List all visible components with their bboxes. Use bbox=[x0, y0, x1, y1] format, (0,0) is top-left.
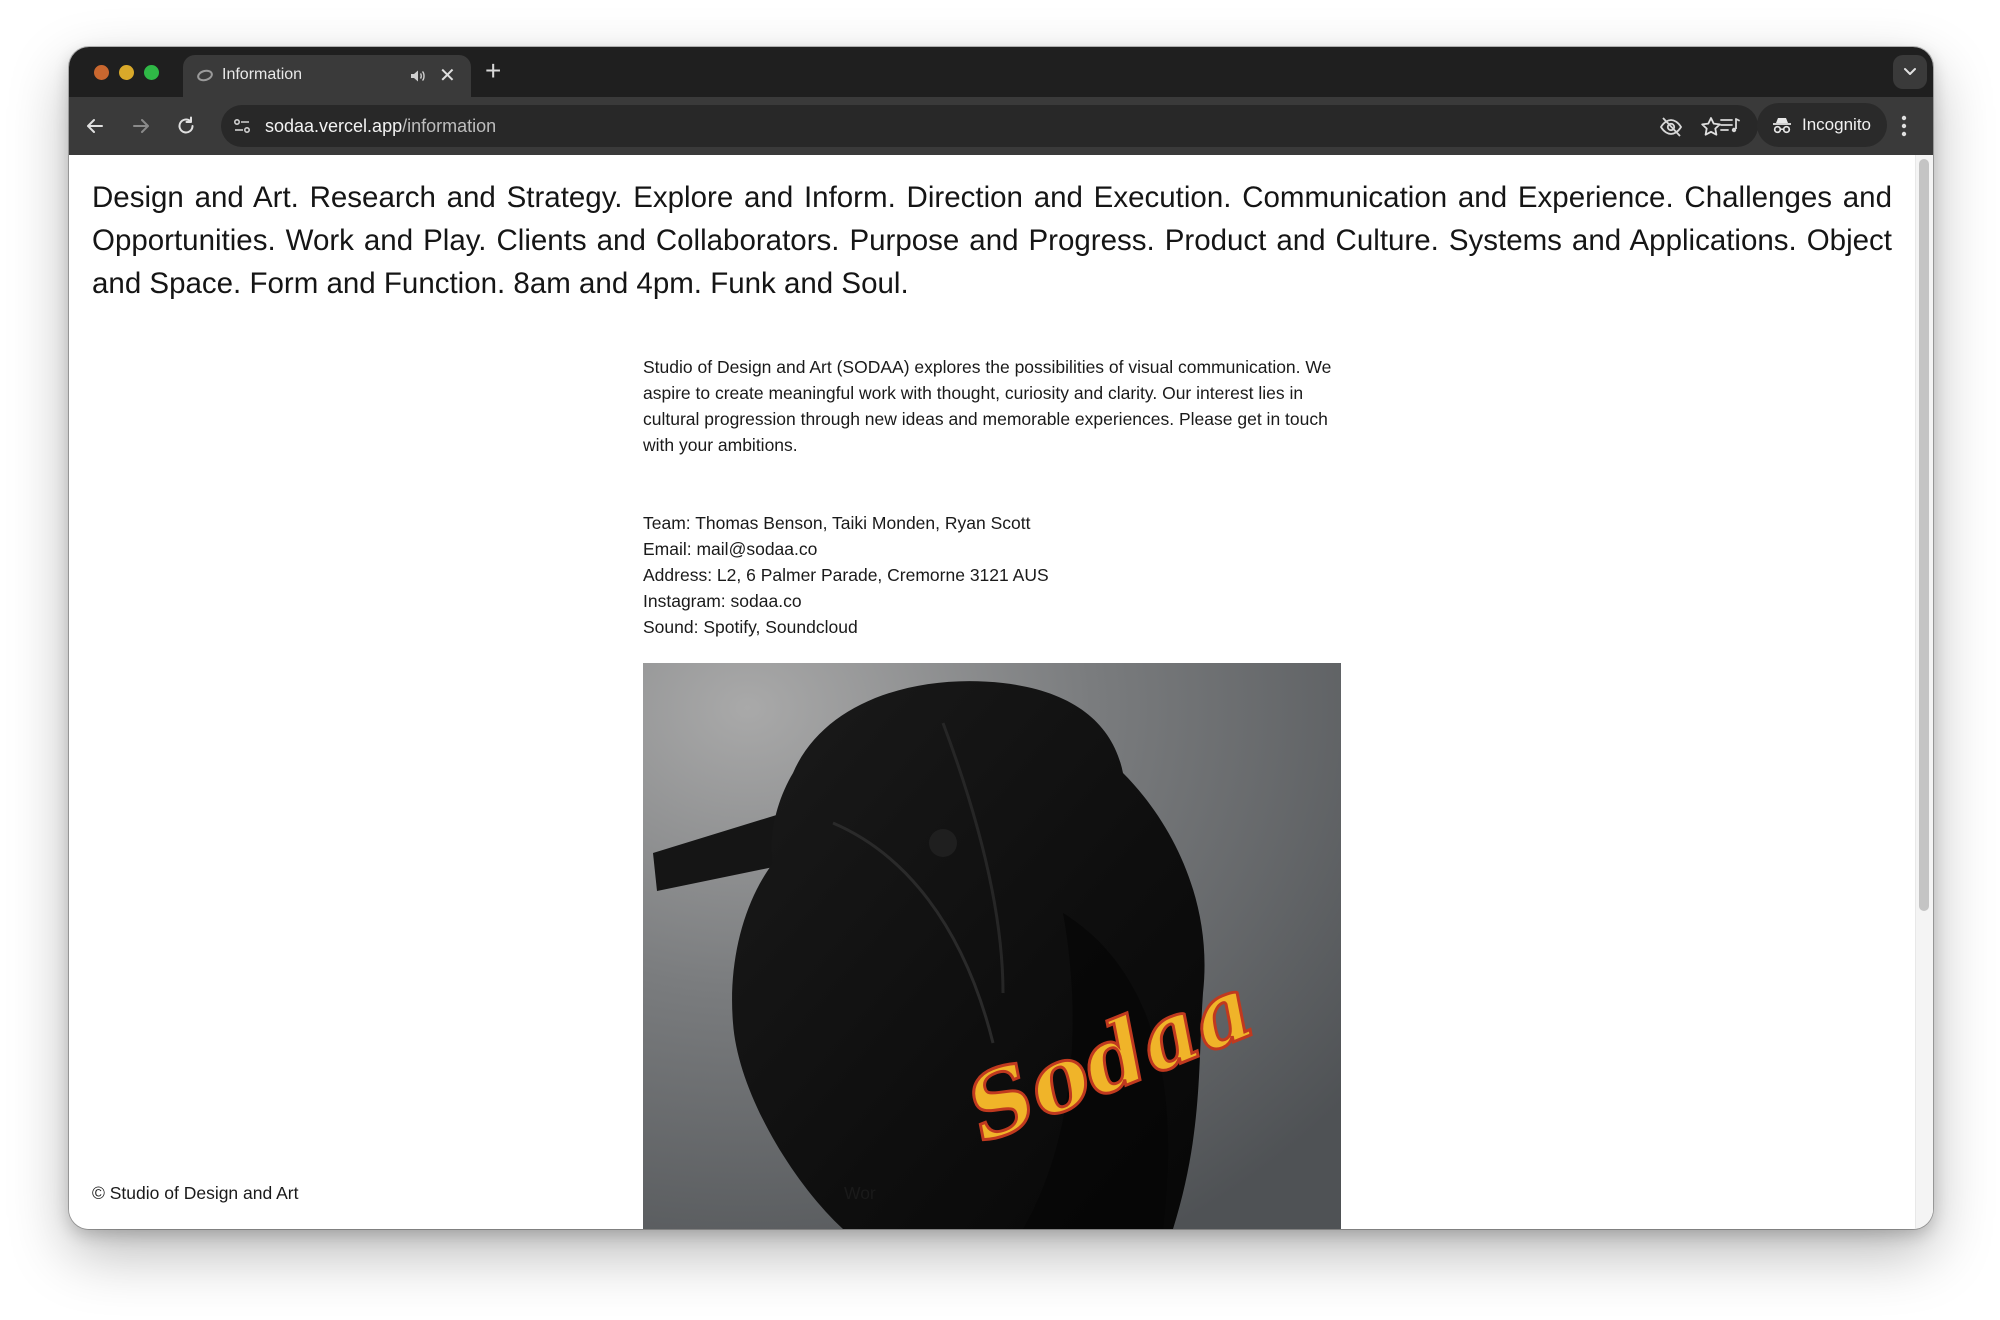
cap-illustration: Sodaa bbox=[643, 663, 1341, 1229]
studio-intro: Studio of Design and Art (SODAA) explore… bbox=[643, 357, 1332, 455]
contact-team: Team: Thomas Benson, Taiki Monden, Ryan … bbox=[643, 513, 1031, 533]
url-host: sodaa.vercel.app bbox=[265, 116, 403, 136]
scrollbar-thumb[interactable] bbox=[1919, 159, 1929, 911]
tab-strip: Information ✕ + bbox=[69, 47, 1933, 97]
browser-window: Information ✕ + sodaa.vercel.app/informa… bbox=[69, 47, 1933, 1229]
page-headline: Design and Art. Research and Strategy. E… bbox=[92, 181, 1892, 300]
contact-email[interactable]: Email: mail@sodaa.co bbox=[643, 536, 1049, 562]
eye-slash-icon[interactable] bbox=[1659, 115, 1683, 139]
cap-photo: Sodaa bbox=[643, 663, 1341, 1229]
speaker-icon[interactable] bbox=[409, 67, 427, 85]
forward-arrow-icon[interactable] bbox=[129, 114, 153, 138]
more-menu-icon[interactable] bbox=[1900, 113, 1908, 139]
maximize-window-button[interactable] bbox=[144, 65, 159, 80]
footer-center-text: Wor bbox=[844, 1183, 876, 1203]
incognito-icon bbox=[1773, 118, 1791, 134]
media-queue-icon[interactable] bbox=[1718, 114, 1742, 138]
incognito-badge[interactable]: Incognito bbox=[1757, 103, 1887, 147]
close-tab-icon[interactable]: ✕ bbox=[439, 64, 456, 88]
new-tab-button[interactable]: + bbox=[485, 54, 501, 88]
site-favicon-icon bbox=[195, 68, 215, 83]
contact-address: Address: L2, 6 Palmer Parade, Cremorne 3… bbox=[643, 565, 1049, 585]
reload-icon[interactable] bbox=[174, 114, 198, 138]
tab-search-button[interactable] bbox=[1893, 55, 1927, 89]
chevron-down-icon bbox=[1904, 68, 1916, 75]
tab-information[interactable]: Information ✕ bbox=[183, 55, 471, 97]
contact-details: Team: Thomas Benson, Taiki Monden, Ryan … bbox=[643, 510, 1049, 640]
url-path: /information bbox=[402, 116, 497, 136]
vertical-scrollbar[interactable] bbox=[1915, 155, 1933, 1229]
close-window-button[interactable] bbox=[94, 65, 109, 80]
incognito-label: Incognito bbox=[1802, 115, 1871, 134]
minimize-window-button[interactable] bbox=[119, 65, 134, 80]
tab-title: Information bbox=[222, 66, 303, 83]
url-text[interactable]: sodaa.vercel.app/information bbox=[265, 116, 496, 137]
site-settings-icon[interactable] bbox=[231, 115, 253, 137]
browser-toolbar: sodaa.vercel.app/information Incognito bbox=[69, 97, 1933, 155]
footer-copyright: © Studio of Design and Art bbox=[92, 1183, 299, 1203]
contact-instagram[interactable]: Instagram: sodaa.co bbox=[643, 588, 1049, 614]
address-bar[interactable]: sodaa.vercel.app/information bbox=[221, 105, 1758, 147]
back-arrow-icon[interactable] bbox=[83, 114, 107, 138]
page-viewport: Design and Art. Research and Strategy. E… bbox=[69, 155, 1933, 1229]
contact-sound[interactable]: Sound: Spotify, Soundcloud bbox=[643, 614, 1049, 640]
